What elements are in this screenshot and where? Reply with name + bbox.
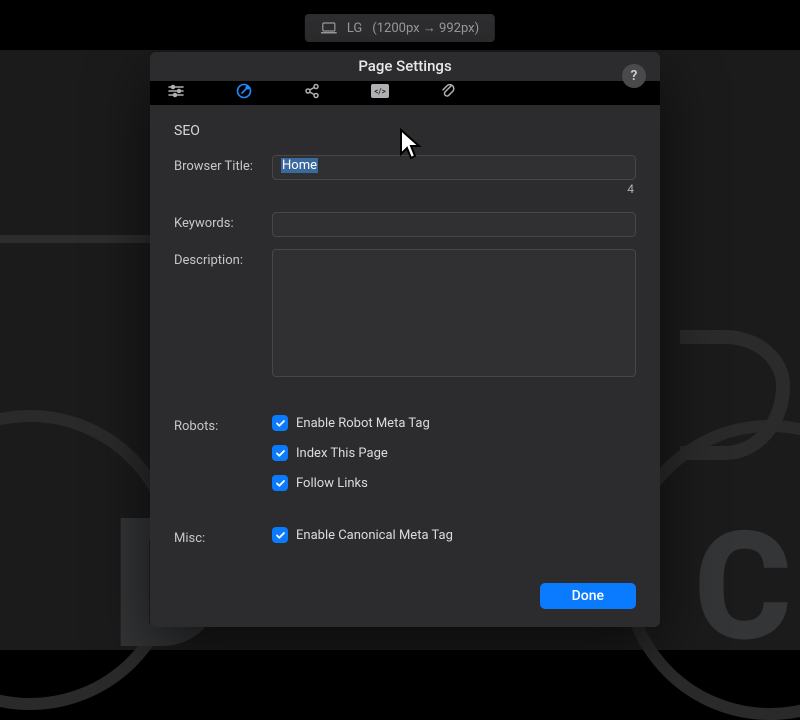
tab-attachments[interactable] [436,81,460,105]
tab-seo[interactable] [232,81,256,105]
checkbox-label-enable-robot: Enable Robot Meta Tag [296,416,430,431]
checkbox-enable-robot[interactable] [272,415,288,431]
label-browser-title: Browser Title: [174,155,272,174]
help-button[interactable]: ? [622,64,646,88]
breakpoint-selector[interactable]: LG (1200px → 992px) [305,14,495,42]
done-button[interactable]: Done [540,583,636,609]
panel-footer: Done [150,583,660,627]
checkbox-label-follow-links: Follow Links [296,476,368,491]
sliders-icon [167,82,185,104]
tab-bar: </> [150,81,660,105]
paperclip-icon [439,82,457,104]
checkbox-label-index-page: Index This Page [296,446,388,461]
checkbox-enable-canonical[interactable] [272,527,288,543]
panel-header: Page Settings ? [150,52,660,81]
seo-form: SEO Browser Title: Home 4 Keywords: Desc… [150,105,660,583]
svg-text:</>: </> [374,87,386,96]
laptop-icon [321,22,337,34]
browser-title-input[interactable] [272,155,636,180]
tab-social[interactable] [300,81,324,105]
target-icon [235,82,253,104]
tab-general[interactable] [164,81,188,105]
label-keywords: Keywords: [174,212,272,231]
label-description: Description: [174,249,272,268]
checkbox-follow-links[interactable] [272,475,288,491]
browser-title-char-count: 4 [272,182,634,196]
checkbox-index-page[interactable] [272,445,288,461]
panel-title: Page Settings [358,57,451,75]
label-robots: Robots: [174,415,272,434]
checkbox-label-enable-canonical: Enable Canonical Meta Tag [296,528,453,543]
label-misc: Misc: [174,527,272,546]
tab-code[interactable]: </> [368,81,392,105]
help-icon: ? [631,68,638,84]
share-icon [303,82,321,104]
breakpoint-range: (1200px → 992px) [372,20,479,36]
code-icon: </> [370,83,390,103]
section-title-seo: SEO [174,123,636,139]
breakpoint-device: LG [347,21,362,36]
description-input[interactable] [272,249,636,377]
page-settings-panel: Page Settings ? [150,52,660,627]
keywords-input[interactable] [272,212,636,237]
